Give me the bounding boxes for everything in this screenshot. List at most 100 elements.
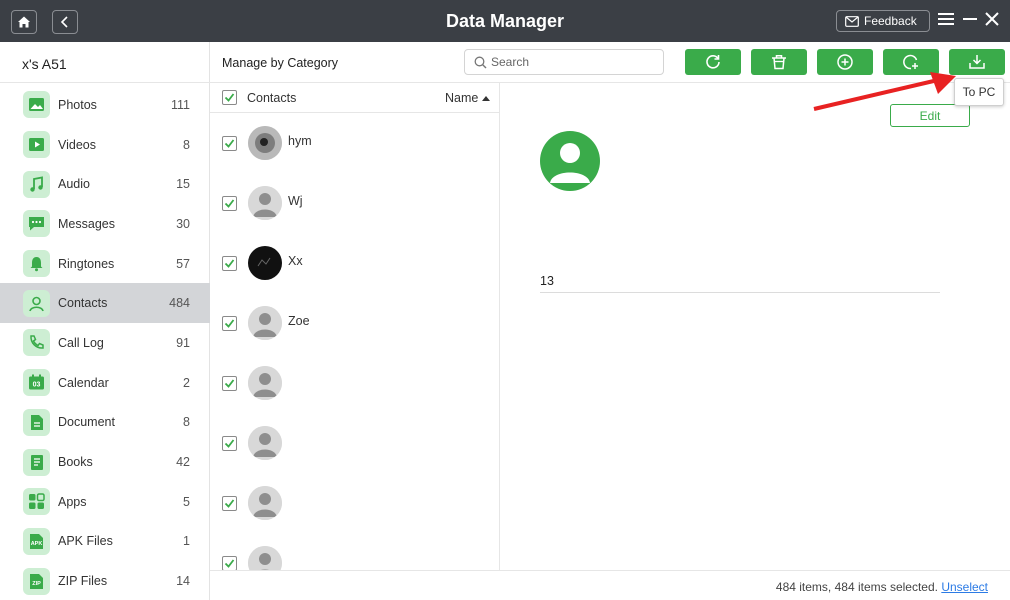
calendar-icon: 03 [23, 369, 50, 397]
row-checkbox[interactable] [222, 436, 237, 451]
sidebar-item-label: Apps [58, 494, 87, 509]
sidebar-item-label: Contacts [58, 296, 108, 311]
contact-row[interactable]: Xx [210, 234, 499, 294]
contact-row[interactable]: Zoe [210, 294, 499, 354]
contact-name: hym [288, 134, 312, 148]
contact-avatar [248, 426, 282, 460]
person-icon [248, 306, 282, 340]
svg-text:APK: APK [31, 541, 43, 547]
sidebar-item-photos[interactable]: Photos 111 [0, 85, 210, 125]
row-checkbox[interactable] [222, 136, 237, 151]
sidebar-item-videos[interactable]: Videos 8 [0, 125, 210, 165]
row-checkbox[interactable] [222, 316, 237, 331]
svg-text:03: 03 [33, 382, 41, 389]
sidebar-item-label: Books [58, 455, 93, 470]
row-checkbox[interactable] [222, 376, 237, 391]
annotation-arrow-icon [813, 72, 956, 111]
unselect-link[interactable]: Unselect [941, 580, 988, 594]
person-icon [248, 426, 282, 460]
sidebar-item-label: APK Files [58, 534, 113, 549]
person-icon [248, 546, 282, 570]
sort-ascending-icon[interactable] [482, 96, 490, 101]
sidebar-item-apk-files[interactable]: APK APK Files 1 [0, 522, 210, 562]
sidebar-item-count: 8 [183, 415, 190, 430]
contacts-list: Contacts Name hym Wj Xx Zoe [210, 83, 500, 570]
device-name[interactable]: x's A51 [22, 56, 67, 72]
to-pc-tooltip: To PC [954, 78, 1004, 106]
sidebar-item-messages[interactable]: Messages 30 [0, 204, 210, 244]
person-icon [248, 366, 282, 400]
checkmark-icon [224, 499, 235, 508]
refresh-button[interactable] [685, 49, 741, 75]
feedback-button[interactable]: Feedback [836, 10, 930, 32]
phone-prefix: 13 [540, 274, 554, 288]
contact-row[interactable] [210, 534, 499, 570]
sidebar-item-count: 484 [169, 296, 190, 311]
audio-icon [23, 170, 50, 198]
contact-detail: Edit 13 [500, 83, 1010, 570]
contact-row[interactable] [210, 354, 499, 414]
person-icon [248, 246, 282, 280]
contact-row[interactable] [210, 474, 499, 534]
checkmark-icon [224, 199, 235, 208]
row-checkbox[interactable] [222, 556, 237, 570]
contact-avatar [248, 246, 282, 280]
search-box[interactable] [464, 49, 664, 75]
contact-avatar [248, 366, 282, 400]
sidebar-item-calendar[interactable]: 03 Calendar 2 [0, 363, 210, 403]
divider [540, 292, 940, 293]
contact-avatar [248, 486, 282, 520]
zip-files-icon: ZIP [23, 567, 50, 595]
sidebar-item-audio[interactable]: Audio 15 [0, 164, 210, 204]
category-list: Photos 111 Videos 8 Audio 15 Messages 30… [0, 85, 210, 600]
sidebar-item-count: 111 [170, 97, 190, 112]
add-to-device-icon [903, 54, 918, 70]
contact-avatar [248, 126, 282, 160]
sidebar-item-books[interactable]: Books 42 [0, 442, 210, 482]
sidebar-item-label: Messages [58, 216, 115, 231]
contact-avatar [248, 186, 282, 220]
minimize-icon[interactable] [963, 12, 977, 26]
sidebar-item-count: 8 [183, 137, 190, 152]
person-icon [248, 186, 282, 220]
sidebar-item-apps[interactable]: Apps 5 [0, 482, 210, 522]
sidebar-item-document[interactable]: Document 8 [0, 403, 210, 443]
sidebar-item-contacts[interactable]: Contacts 484 [0, 283, 210, 324]
sidebar-item-label: Call Log [58, 335, 104, 350]
contact-row[interactable] [210, 414, 499, 474]
contact-row[interactable]: hym [210, 114, 499, 174]
sidebar-item-count: 15 [176, 177, 190, 192]
call-log-icon [23, 329, 50, 357]
search-input[interactable] [491, 53, 656, 71]
sort-by-name[interactable]: Name [445, 91, 478, 105]
row-checkbox[interactable] [222, 256, 237, 271]
list-header: Contacts Name [210, 83, 499, 113]
sidebar-item-ringtones[interactable]: Ringtones 57 [0, 244, 210, 284]
sidebar-item-call-log[interactable]: Call Log 91 [0, 323, 210, 363]
messages-icon [23, 210, 50, 238]
close-icon[interactable] [985, 12, 999, 26]
contact-avatar [248, 306, 282, 340]
person-icon [248, 126, 282, 160]
contact-row[interactable]: Wj [210, 174, 499, 234]
delete-button[interactable] [751, 49, 807, 75]
menu-icon[interactable] [938, 12, 954, 26]
contact-avatar [540, 131, 600, 191]
title-bar: Data Manager Feedback [0, 0, 1010, 42]
sidebar-item-count: 57 [176, 256, 190, 271]
sidebar-item-label: Calendar [58, 375, 109, 390]
books-icon [23, 448, 50, 476]
sidebar-item-zip-files[interactable]: ZIP ZIP Files 14 [0, 561, 210, 600]
svg-text:ZIP: ZIP [32, 581, 41, 587]
add-icon [837, 54, 853, 70]
select-all-checkbox[interactable] [222, 90, 237, 105]
toolbar-heading: Manage by Category [222, 56, 339, 70]
checkmark-icon [224, 139, 235, 148]
videos-icon [23, 131, 50, 159]
list-header-label: Contacts [247, 91, 297, 105]
selection-status: 484 items, 484 items selected. [775, 580, 938, 594]
checkmark-icon [224, 319, 235, 328]
status-bar: 484 items, 484 items selected. Unselect [210, 570, 1010, 600]
row-checkbox[interactable] [222, 496, 237, 511]
row-checkbox[interactable] [222, 196, 237, 211]
